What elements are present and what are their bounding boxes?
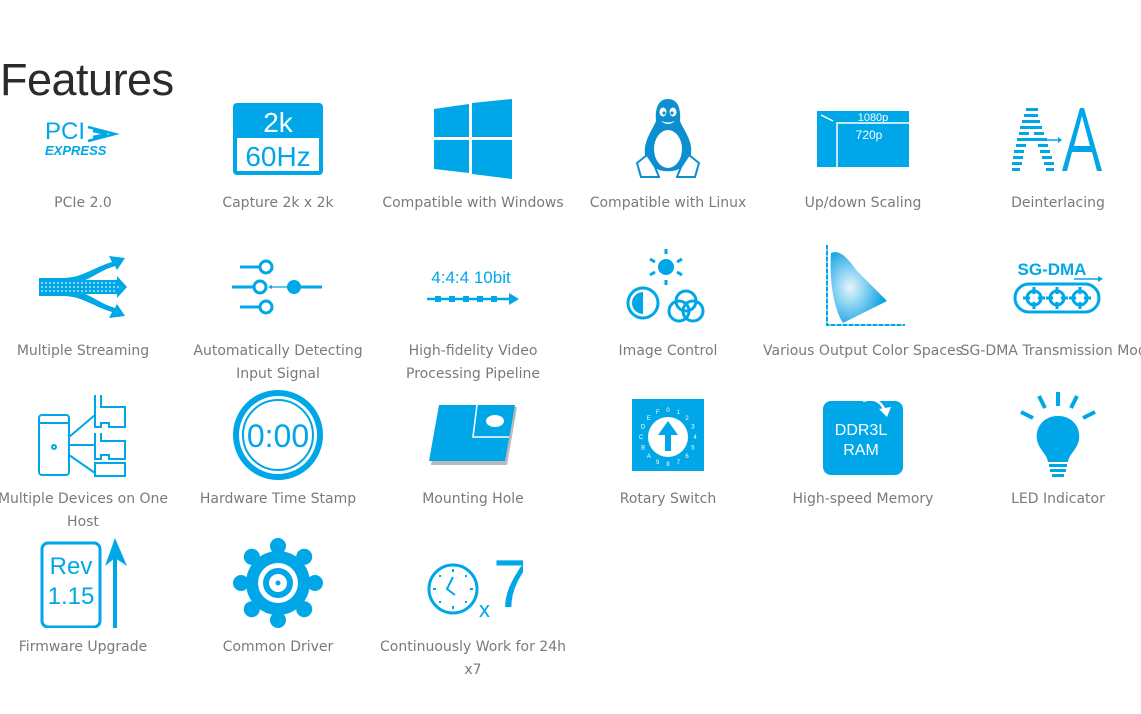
svg-text:Rev: Rev xyxy=(50,553,93,580)
svg-text:PCI: PCI xyxy=(45,118,85,145)
svg-text:DDR3L: DDR3L xyxy=(835,422,888,439)
resolution-2k-60hz-icon: 2k 60Hz xyxy=(228,96,328,182)
feature-label: Capture 2k x 2k xyxy=(222,195,334,211)
rotary-switch-icon: 0123456789ABCDEF xyxy=(618,392,718,478)
svg-text:2k: 2k xyxy=(263,107,294,138)
feature-label: Multiple Devices on One Host xyxy=(0,491,169,530)
rotary-digit: F xyxy=(656,410,660,416)
multiple-streaming-arrows-icon xyxy=(33,244,133,330)
clock-24x7-icon: x 7 xyxy=(423,540,523,626)
feature-label: High-fidelity Video Processing Pipeline xyxy=(406,343,540,382)
firmware-upgrade-icon: Rev 1.15 xyxy=(33,538,133,628)
linux-tux-icon xyxy=(618,96,718,182)
color-space-gamut-icon xyxy=(813,244,913,330)
feature-label: Multiple Streaming xyxy=(16,343,150,359)
rotary-digit: C xyxy=(639,435,644,441)
gear-icon xyxy=(228,538,328,628)
ddr3l-ram-icon: DDR3L RAM xyxy=(813,392,913,478)
multiple-devices-host-icon xyxy=(33,392,133,478)
feature-label: Image Control xyxy=(618,343,718,359)
rotary-digit: A xyxy=(647,454,651,460)
feature-label: Common Driver xyxy=(222,639,334,655)
svg-text:RAM: RAM xyxy=(843,442,879,459)
windows-logo-icon xyxy=(423,96,523,182)
feature-label: Continuously Work for 24h x7 xyxy=(380,639,566,678)
feature-label: Firmware Upgrade xyxy=(18,639,148,655)
svg-text:1080p: 1080p xyxy=(858,112,889,124)
svg-text:0:00: 0:00 xyxy=(247,418,309,454)
svg-text:7: 7 xyxy=(493,546,523,621)
sg-dma-gears-icon: SG-DMA xyxy=(1008,244,1108,330)
rotary-digit: E xyxy=(647,416,651,422)
rotary-digit: D xyxy=(641,425,646,431)
svg-text:4:4:4 10bit: 4:4:4 10bit xyxy=(431,268,511,287)
feature-label: Hardware Time Stamp xyxy=(199,491,357,507)
input-signal-switch-icon xyxy=(228,244,328,330)
feature-label: Compatible with Linux xyxy=(589,195,747,211)
svg-text:720p: 720p xyxy=(856,128,883,142)
feature-label: Automatically Detecting Input Signal xyxy=(193,343,363,382)
rotary-digit: B xyxy=(641,445,645,451)
svg-text:x: x xyxy=(479,597,490,621)
pci-express-icon: PCI EXPRESS xyxy=(33,96,133,182)
mounting-hole-icon xyxy=(423,392,523,478)
feature-label: Mounting Hole xyxy=(422,491,524,507)
svg-text:EXPRESS: EXPRESS xyxy=(45,143,107,158)
svg-text:1.15: 1.15 xyxy=(48,583,95,610)
led-bulb-icon xyxy=(1008,392,1108,478)
pipeline-icon: 4:4:4 10bit xyxy=(423,244,523,330)
feature-label: Up/down Scaling xyxy=(804,195,922,211)
time-stamp-clock-icon: 0:00 xyxy=(228,390,328,480)
feature-label: Deinterlacing xyxy=(1011,195,1105,211)
feature-label: PCIe 2.0 xyxy=(54,195,112,211)
feature-label: Compatible with Windows xyxy=(382,195,564,211)
svg-text:60Hz: 60Hz xyxy=(245,141,310,172)
scaling-icon: 1080p 720p xyxy=(813,96,913,182)
feature-label: Various Output Color Spaces xyxy=(763,343,963,359)
feature-label: Rotary Switch xyxy=(619,491,717,507)
deinterlacing-icon xyxy=(1008,96,1108,182)
feature-label: High-speed Memory xyxy=(792,491,934,507)
image-control-icon xyxy=(618,244,718,330)
svg-text:SG-DMA: SG-DMA xyxy=(1018,260,1087,279)
feature-label: LED Indicator xyxy=(1011,491,1105,507)
feature-label: SG-DMA Transmission Mode xyxy=(960,343,1141,359)
